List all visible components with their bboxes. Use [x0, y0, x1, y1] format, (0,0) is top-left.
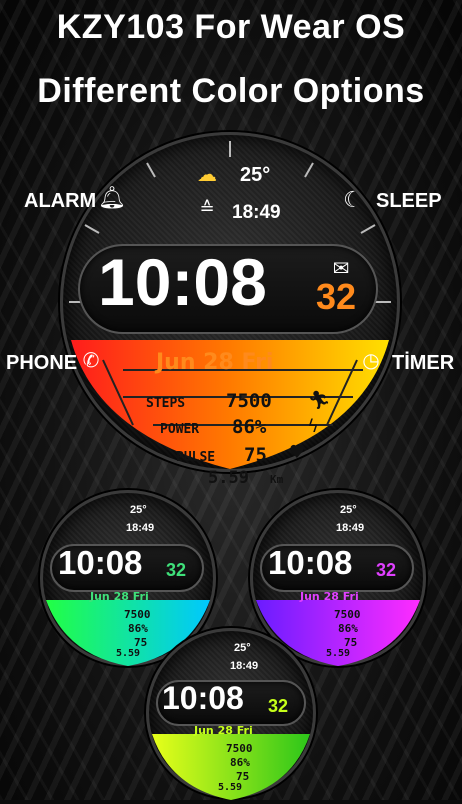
heart-pulse-icon: ♥ [288, 442, 306, 463]
steps-value: 7500 [334, 608, 361, 621]
temperature: 25° [240, 164, 271, 186]
alarm-label: ALARM [24, 190, 97, 212]
steps-label: STEPS [146, 396, 186, 411]
distance-value: 5.59 [116, 648, 141, 659]
time-display: 10:08 [98, 245, 267, 319]
temperature: 25° [340, 504, 357, 516]
distance-value: 5.59 [218, 782, 243, 793]
power-value: 86% [232, 416, 267, 438]
mail-icon[interactable]: ✉ [328, 256, 354, 280]
distance-value: 5.59 [326, 648, 351, 659]
page-title: KZY103 For Wear OS [56, 8, 406, 46]
timer-icon[interactable]: ◷ [356, 348, 386, 378]
page-subtitle: Different Color Options [37, 72, 425, 110]
phone-label: PHONE [6, 352, 78, 374]
pulse-value: 75 [244, 444, 267, 466]
time-display: 10:08 [268, 544, 353, 581]
sunrise-time: 18:49 [126, 522, 155, 534]
sleep-label: SLEEP [376, 190, 442, 212]
moon-sleep-icon[interactable]: ☾ [338, 188, 368, 218]
temperature: 25° [130, 504, 147, 516]
steps-value: 7500 [124, 608, 151, 621]
date-display: Jun 28 Fri [300, 590, 359, 603]
sunrise-time: 18:49 [230, 660, 259, 672]
phone-icon[interactable]: ✆ [76, 348, 106, 378]
timer-label: TİMER [392, 352, 455, 374]
power-value: 86% [128, 622, 148, 635]
day-number: 32 [316, 276, 357, 317]
power-value: 86% [230, 756, 250, 769]
time-display: 10:08 [162, 680, 244, 716]
temperature: 25° [234, 642, 251, 654]
power-value: 86% [338, 622, 358, 635]
day-number: 32 [376, 560, 397, 580]
alarm-bell-icon[interactable]: 🔔︎ [96, 186, 128, 216]
sunrise-time: 18:49 [232, 202, 281, 223]
distance-unit: Km [270, 473, 284, 486]
weather-cloud-sun-icon: ☁ [197, 162, 217, 186]
runner-icon: 🏃︎ [307, 390, 331, 411]
sunrise-icon: ≙ [199, 198, 215, 219]
steps-value: 7500 [226, 390, 272, 412]
time-display: 10:08 [58, 544, 143, 581]
date-display: Jun 28 Fri [156, 350, 274, 375]
watch-face-large[interactable]: ☁ 25° ≙ 18:49 10:08 ✉ 32 Jun 28 Fri STEP… [60, 132, 400, 488]
pulse-label: PULSE [176, 450, 216, 465]
bolt-icon: ϟ [307, 416, 319, 437]
sunrise-time: 18:49 [336, 522, 365, 534]
day-number: 32 [268, 696, 289, 716]
distance-value: 5.59 [208, 468, 249, 488]
watch-face-yellow[interactable]: 25° 18:49 10:08 32 Jun 28 Fri 7500 86% 7… [146, 628, 322, 804]
date-display: Jun 28 Fri [90, 590, 149, 603]
power-label: POWER [160, 422, 200, 437]
steps-value: 7500 [226, 742, 253, 755]
date-display: Jun 28 Fri [194, 724, 253, 737]
day-number: 32 [166, 560, 187, 580]
